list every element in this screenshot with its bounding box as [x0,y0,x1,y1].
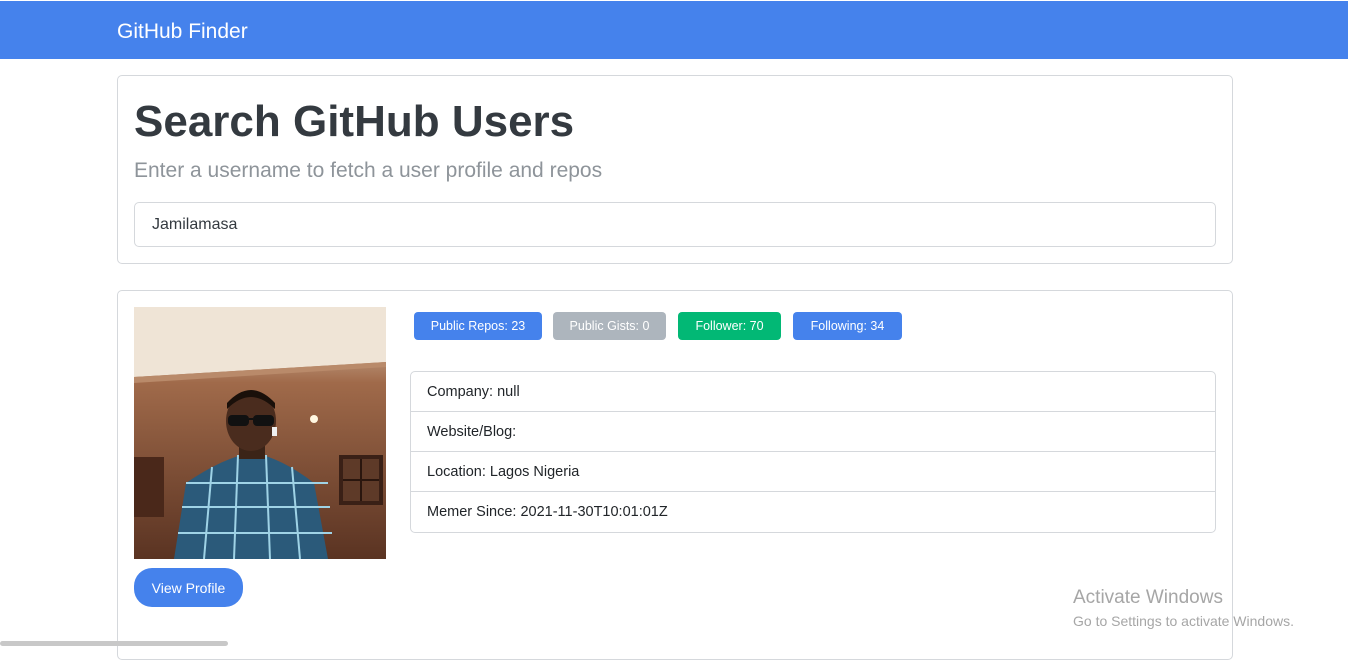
profile-info-list: Company: null Website/Blog: Location: La… [410,371,1216,533]
page-subtitle: Enter a username to fetch a user profile… [134,159,603,182]
badge-public-gists: Public Gists: 0 [553,312,666,340]
badge-following: Following: 34 [793,312,902,340]
search-card: Search GitHub Users Enter a username to … [117,75,1233,264]
view-profile-button[interactable]: View Profile [134,568,243,607]
navbar: GitHub Finder [0,1,1348,59]
info-website: Website/Blog: [411,412,1215,452]
info-company: Company: null [411,372,1215,412]
brand-title[interactable]: GitHub Finder [117,19,248,45]
info-location: Location: Lagos Nigeria [411,452,1215,492]
info-member-since: Memer Since: 2021-11-30T10:01:01Z [411,492,1215,532]
watermark-title: Activate Windows [1073,587,1223,608]
activate-windows-watermark: Activate Windows Go to Settings to activ… [1073,586,1294,631]
search-input[interactable] [134,202,1216,247]
badge-followers: Follower: 70 [678,312,781,340]
profile-card: View Profile Public Repos: 23 Public Gis… [117,290,1233,660]
page-title: Search GitHub Users [134,97,575,146]
badge-public-repos: Public Repos: 23 [414,312,542,340]
avatar [134,307,386,559]
watermark-subtitle: Go to Settings to activate Windows. [1073,613,1294,629]
horizontal-scrollbar[interactable] [0,641,228,646]
